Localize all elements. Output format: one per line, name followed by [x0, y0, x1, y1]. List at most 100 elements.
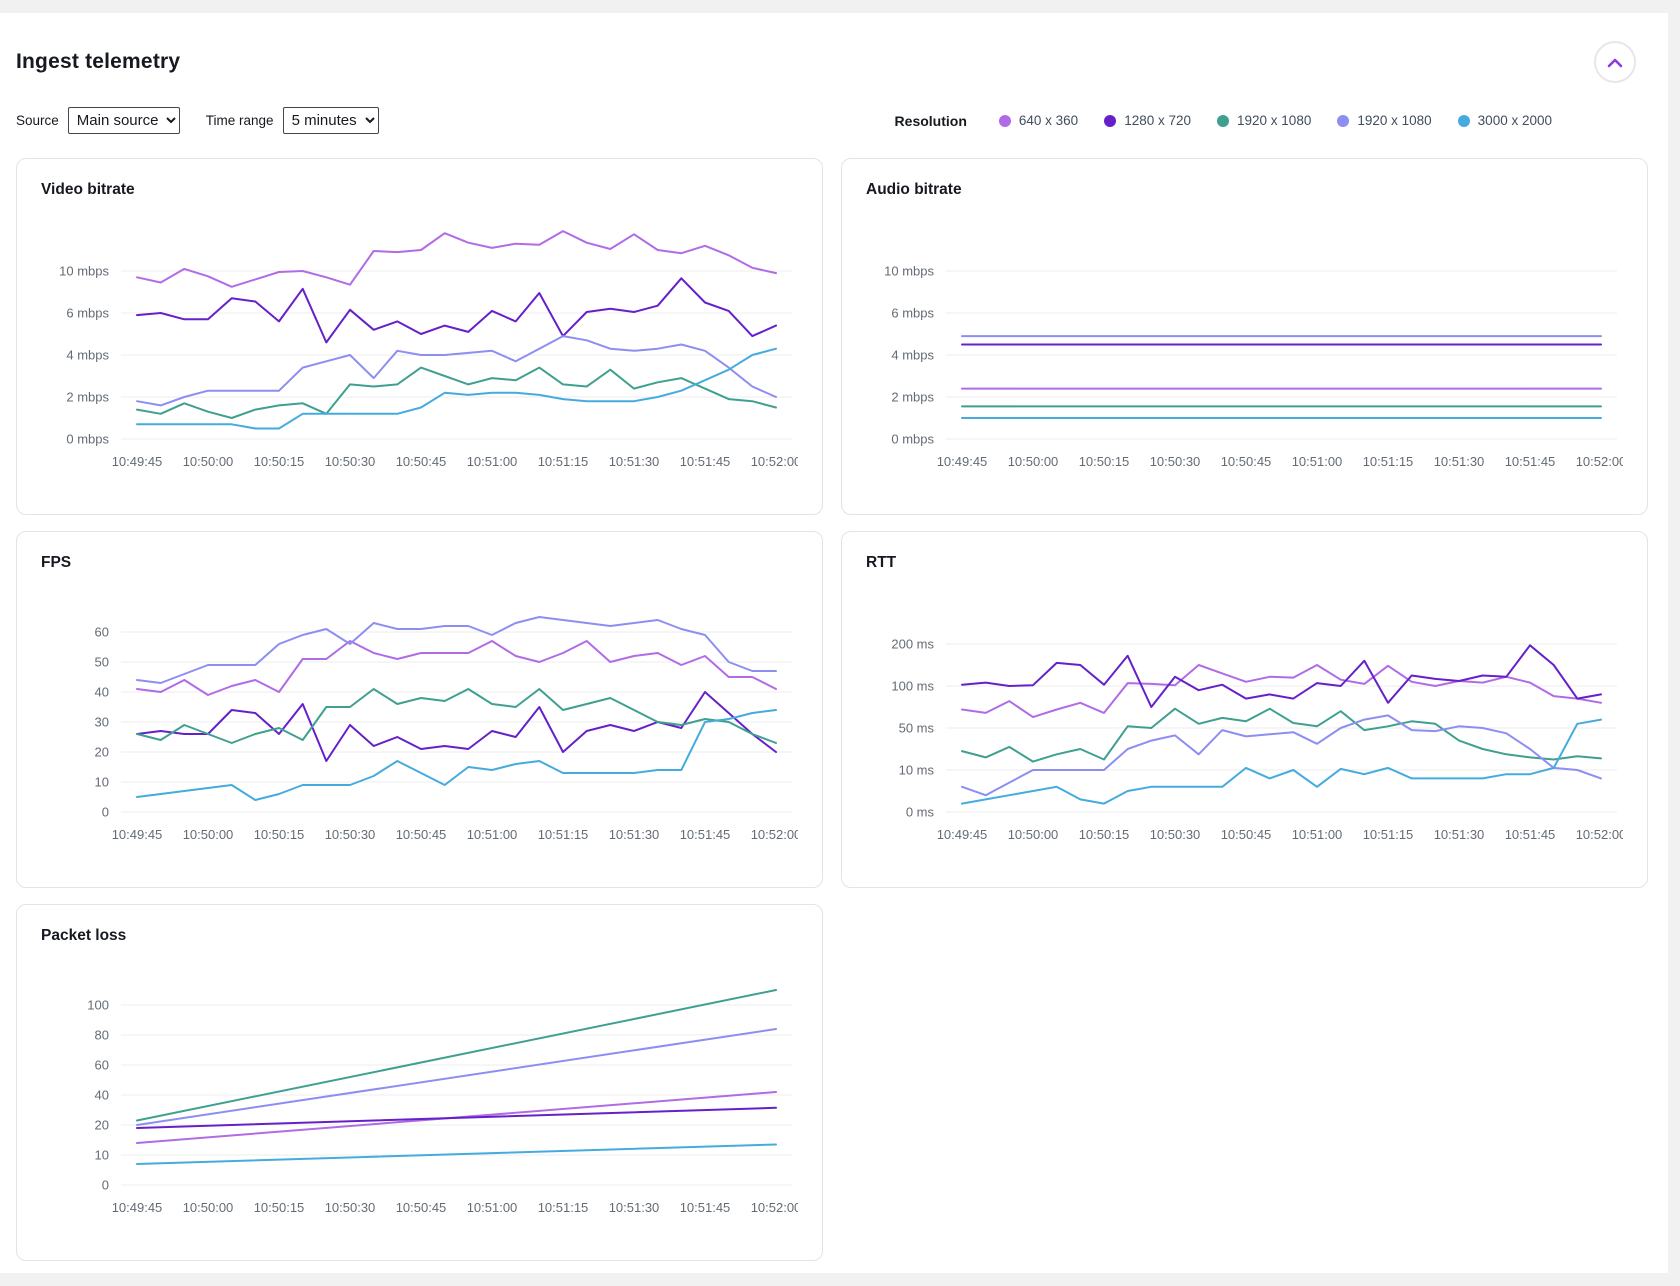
x-tick-label: 10:50:00: [1008, 827, 1059, 842]
x-tick-label: 10:50:45: [396, 454, 447, 469]
y-tick-label: 50: [95, 655, 109, 670]
chart-title: RTT: [866, 554, 1623, 572]
right-scroll-gutter[interactable]: [1668, 13, 1680, 1286]
x-tick-label: 10:49:45: [937, 827, 988, 842]
legend-color-dot: [1217, 115, 1229, 127]
x-tick-label: 10:50:45: [396, 1200, 447, 1215]
y-tick-label: 4 mbps: [891, 348, 934, 363]
x-tick-label: 10:49:45: [937, 454, 988, 469]
time-range-select[interactable]: 5 minutes: [283, 107, 379, 134]
x-tick-label: 10:51:15: [1363, 454, 1414, 469]
chart-svg: 0 mbps2 mbps4 mbps6 mbps10 mbps10:49:451…: [866, 203, 1623, 483]
legend-color-dot: [999, 115, 1011, 127]
source-select[interactable]: Main source: [68, 107, 180, 134]
y-tick-label: 20: [95, 1118, 109, 1133]
x-tick-label: 10:50:45: [1221, 454, 1272, 469]
y-tick-label: 2 mbps: [891, 390, 934, 405]
y-tick-label: 0: [102, 805, 109, 820]
legend-color-dot: [1458, 115, 1470, 127]
page-title: Ingest telemetry: [16, 50, 180, 74]
legend-color-dot: [1337, 115, 1349, 127]
x-tick-label: 10:50:30: [1150, 827, 1201, 842]
x-tick-label: 10:51:15: [538, 1200, 589, 1215]
y-tick-label: 100 ms: [891, 679, 934, 694]
x-tick-label: 10:50:30: [325, 827, 376, 842]
series-line: [137, 710, 776, 800]
legend-item[interactable]: 1920 x 1080: [1217, 113, 1311, 128]
y-tick-label: 40: [95, 685, 109, 700]
x-tick-label: 10:51:45: [1505, 454, 1556, 469]
y-tick-label: 10 ms: [899, 763, 935, 778]
x-tick-label: 10:51:30: [609, 1200, 660, 1215]
packet-loss-chart: 0102040608010010:49:4510:50:0010:50:1510…: [41, 949, 798, 1229]
series-line: [137, 641, 776, 695]
legend-item[interactable]: 1280 x 720: [1104, 113, 1191, 128]
x-tick-label: 10:51:00: [1292, 454, 1343, 469]
series-line: [962, 715, 1601, 795]
series-line: [137, 689, 776, 743]
x-tick-label: 10:49:45: [112, 454, 163, 469]
x-tick-label: 10:50:00: [183, 454, 234, 469]
legend-label: 1920 x 1080: [1357, 113, 1431, 128]
time-range-label: Time range: [206, 113, 274, 128]
chart-svg: 0 mbps2 mbps4 mbps6 mbps10 mbps10:49:451…: [41, 203, 798, 483]
series-line: [137, 1145, 776, 1165]
legend-label: 1920 x 1080: [1237, 113, 1311, 128]
y-tick-label: 30: [95, 715, 109, 730]
chart-svg: 0 ms10 ms50 ms100 ms200 ms10:49:4510:50:…: [866, 576, 1623, 856]
x-tick-label: 10:50:30: [325, 454, 376, 469]
y-tick-label: 0: [102, 1178, 109, 1193]
bottom-gray-strip: [0, 1273, 1668, 1286]
x-tick-label: 10:51:45: [680, 454, 731, 469]
video-bitrate-chart: 0 mbps2 mbps4 mbps6 mbps10 mbps10:49:451…: [41, 203, 798, 483]
x-tick-label: 10:51:30: [609, 454, 660, 469]
x-tick-label: 10:51:30: [609, 827, 660, 842]
y-tick-label: 60: [95, 625, 109, 640]
legend-item[interactable]: 3000 x 2000: [1458, 113, 1552, 128]
section-header: Ingest telemetry: [16, 41, 1648, 83]
x-tick-label: 10:51:45: [680, 827, 731, 842]
legend-item[interactable]: 640 x 360: [999, 113, 1078, 128]
y-tick-label: 0 mbps: [66, 432, 109, 447]
series-line: [962, 709, 1601, 762]
panel-packet-loss: Packet loss 0102040608010010:49:4510:50:…: [16, 904, 823, 1261]
chart-title: FPS: [41, 554, 798, 572]
x-tick-label: 10:50:15: [254, 827, 305, 842]
y-tick-label: 6 mbps: [66, 306, 109, 321]
series-line: [137, 336, 776, 405]
series-line: [962, 645, 1601, 707]
series-line: [137, 617, 776, 683]
x-tick-label: 10:51:30: [1434, 454, 1485, 469]
x-tick-label: 10:52:00: [751, 454, 798, 469]
y-tick-label: 10 mbps: [884, 264, 934, 279]
y-tick-label: 100: [87, 998, 109, 1013]
x-tick-label: 10:50:00: [183, 827, 234, 842]
top-gray-strip: [0, 0, 1680, 13]
rtt-chart: 0 ms10 ms50 ms100 ms200 ms10:49:4510:50:…: [866, 576, 1623, 856]
resolution-legend-title: Resolution: [895, 113, 967, 129]
chart-svg: 0102040608010010:49:4510:50:0010:50:1510…: [41, 949, 798, 1229]
legend-label: 3000 x 2000: [1478, 113, 1552, 128]
controls-row: Source Main source Time range 5 minutes …: [16, 107, 1648, 134]
x-tick-label: 10:51:00: [467, 454, 518, 469]
x-tick-label: 10:51:45: [680, 1200, 731, 1215]
x-tick-label: 10:50:15: [1079, 454, 1130, 469]
y-tick-label: 2 mbps: [66, 390, 109, 405]
x-tick-label: 10:52:00: [1576, 827, 1623, 842]
y-tick-label: 0 ms: [906, 805, 935, 820]
collapse-section-button[interactable]: [1594, 41, 1636, 83]
audio-bitrate-chart: 0 mbps2 mbps4 mbps6 mbps10 mbps10:49:451…: [866, 203, 1623, 483]
y-tick-label: 4 mbps: [66, 348, 109, 363]
legend-color-dot: [1104, 115, 1116, 127]
resolution-legend: Resolution 640 x 360 1280 x 720 1920 x 108…: [895, 113, 1552, 129]
x-tick-label: 10:52:00: [751, 827, 798, 842]
legend-item[interactable]: 1920 x 1080: [1337, 113, 1431, 128]
series-line: [137, 368, 776, 418]
charts-grid: Video bitrate 0 mbps2 mbps4 mbps6 mbps10…: [16, 158, 1648, 1261]
series-line: [137, 990, 776, 1121]
x-tick-label: 10:51:00: [1292, 827, 1343, 842]
x-tick-label: 10:51:30: [1434, 827, 1485, 842]
x-tick-label: 10:50:30: [1150, 454, 1201, 469]
legend-label: 1280 x 720: [1124, 113, 1191, 128]
series-line: [137, 278, 776, 342]
